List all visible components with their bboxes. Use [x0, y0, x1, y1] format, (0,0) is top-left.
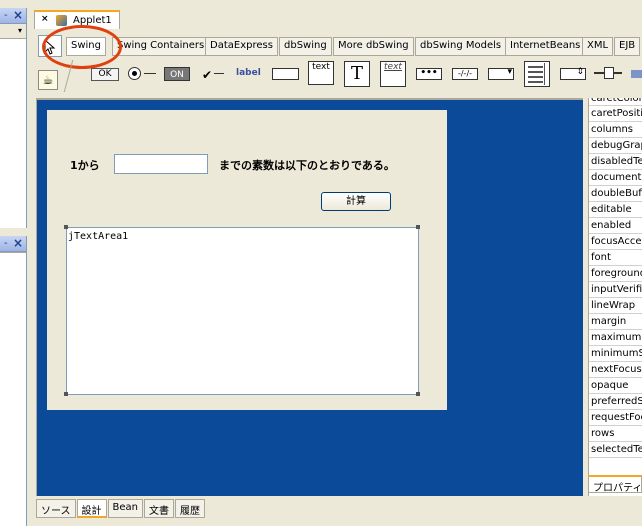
left-panel-bottom: - × — [0, 236, 27, 526]
tab-source[interactable]: ソース — [36, 499, 76, 518]
property-row[interactable]: rows — [589, 426, 642, 442]
bean-chooser-icon[interactable]: ☕ — [38, 70, 58, 90]
left-panel-top-header: - × — [0, 8, 26, 24]
property-row[interactable]: doubleBuffered — [589, 186, 642, 202]
collapse-icon[interactable]: - — [4, 10, 8, 21]
palette-tab-swing-containers[interactable]: Swing Containers — [112, 37, 210, 56]
palette-tab-dbswing[interactable]: dbSwing — [279, 37, 332, 56]
tab-doc[interactable]: 文書 — [143, 499, 174, 518]
selection-tool-button[interactable] — [38, 35, 62, 57]
jscrollbar-component[interactable] — [631, 70, 642, 78]
result-label: までの素数は以下のとおりである。 — [219, 159, 395, 172]
left-panel-bottom-body[interactable] — [0, 252, 26, 526]
calculate-button[interactable]: 計算 — [321, 192, 391, 211]
editor-tab-label: Applet1 — [73, 15, 112, 26]
jcombobox-component[interactable] — [488, 67, 514, 80]
palette-tab-ejb[interactable]: EJB — [614, 37, 641, 56]
number-input[interactable] — [114, 154, 208, 174]
jeditorpane-component[interactable]: text — [380, 61, 406, 87]
jlist-component[interactable] — [524, 61, 550, 87]
left-panel-top-body[interactable] — [0, 38, 26, 228]
property-row[interactable]: caretPosition — [589, 106, 642, 122]
close-tab-icon[interactable]: × — [41, 14, 49, 24]
textarea-text: jTextArea1 — [68, 231, 129, 242]
property-row[interactable]: font — [589, 250, 642, 266]
property-row[interactable]: nextFocusableComponent — [589, 362, 642, 378]
jtextpane-component[interactable]: T — [344, 61, 370, 87]
property-row[interactable]: maximumSize — [589, 330, 642, 346]
editor-tab-applet1[interactable]: × Applet1 — [34, 10, 120, 29]
property-row[interactable]: requestFocusEnabled — [589, 410, 642, 426]
property-row[interactable]: margin — [589, 314, 642, 330]
jbutton-component[interactable]: OK — [91, 68, 119, 81]
jpasswordfield-component[interactable]: ••• — [416, 68, 442, 80]
resize-handle[interactable] — [416, 225, 420, 229]
component-palette: ☕ OK ON ✔ label text T text ••• -/-/- — [36, 60, 642, 92]
bottom-tab-bar: ソース 設計 Bean 文書 履歴 — [36, 499, 206, 518]
palette-tab-dbswing-models[interactable]: dbSwing Models — [415, 37, 507, 56]
resize-handle[interactable] — [416, 392, 420, 396]
property-row[interactable]: debugGraphicsOptions — [589, 138, 642, 154]
property-row[interactable]: preferredSize — [589, 394, 642, 410]
jformattedtextfield-component[interactable]: -/-/- — [452, 68, 478, 80]
arrow-pointer-icon — [44, 39, 56, 55]
property-row[interactable]: disabledTextColor — [589, 154, 642, 170]
jspinner-component[interactable] — [560, 67, 586, 80]
property-row[interactable]: lineWrap — [589, 298, 642, 314]
palette-tab-internetbeans[interactable]: InternetBeans — [505, 37, 586, 56]
radio-line — [144, 73, 156, 74]
left-panel-top: - × ▾ — [0, 8, 27, 228]
close-icon[interactable]: × — [13, 8, 23, 22]
property-row[interactable]: document — [589, 170, 642, 186]
jradiobutton-component[interactable] — [128, 67, 141, 80]
property-row[interactable]: foreground — [589, 266, 642, 282]
property-row[interactable]: columns — [589, 122, 642, 138]
left-panel-bottom-header: - × — [0, 236, 26, 252]
collapse-icon[interactable]: - — [4, 238, 8, 249]
property-row[interactable]: editable — [589, 202, 642, 218]
property-row[interactable]: selectedTextColor — [589, 442, 642, 458]
palette-tab-swing[interactable]: Swing — [66, 37, 106, 56]
resize-handle[interactable] — [64, 392, 68, 396]
property-row[interactable]: enabled — [589, 218, 642, 234]
jtextarea-component[interactable]: text — [308, 61, 334, 85]
palette-tab-xml[interactable]: XML — [582, 37, 614, 56]
property-row[interactable]: minimumSize — [589, 346, 642, 362]
tab-history[interactable]: 履歴 — [174, 499, 205, 518]
chevron-down-icon[interactable]: ▾ — [18, 26, 22, 35]
jtextfield-component[interactable] — [272, 68, 299, 80]
tab-design[interactable]: 設計 — [76, 499, 107, 518]
jcheckbox-component[interactable]: ✔ — [202, 68, 212, 82]
palette-tab-more-dbswing[interactable]: More dbSwing — [333, 37, 414, 56]
java-file-icon — [56, 15, 67, 26]
properties-tab[interactable]: プロパティ — [588, 475, 642, 493]
jtogglebutton-component[interactable]: ON — [164, 67, 190, 81]
property-inspector: caretColor caretPosition columns debugGr… — [588, 98, 642, 496]
property-row[interactable]: inputVerifier — [589, 282, 642, 298]
property-row[interactable]: caretColor — [589, 98, 642, 106]
jslider-component[interactable] — [594, 67, 622, 79]
resize-handle[interactable] — [64, 225, 68, 229]
from-label: 1から — [70, 159, 100, 172]
palette-divider — [63, 60, 87, 92]
property-row[interactable]: opaque — [589, 378, 642, 394]
jlabel-component[interactable]: label — [236, 68, 261, 78]
close-icon[interactable]: × — [13, 236, 23, 250]
property-row[interactable]: focusAccelerator — [589, 234, 642, 250]
jtextarea1[interactable]: jTextArea1 — [66, 227, 419, 395]
tab-bean[interactable]: Bean — [107, 499, 143, 518]
palette-tab-dataexpress[interactable]: DataExpress — [205, 37, 278, 56]
checkbox-line — [214, 73, 224, 74]
